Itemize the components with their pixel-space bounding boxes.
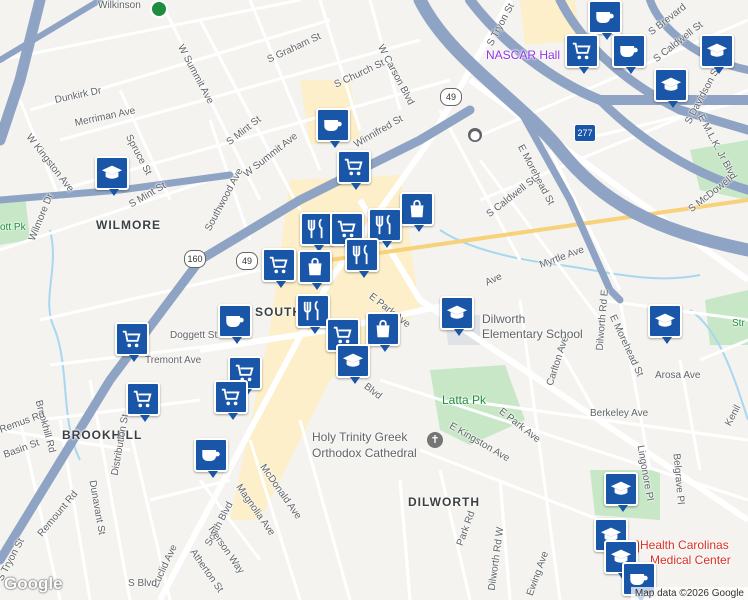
school-icon	[660, 77, 682, 91]
cafe-icon	[596, 11, 614, 23]
map-pin-shopping-cart-9[interactable]	[126, 382, 160, 422]
map-copyright[interactable]: Map data ©2026 Google	[630, 587, 748, 600]
map-base-layer	[0, 0, 748, 600]
shopping-cart-icon	[337, 220, 356, 238]
shopping-bag-icon	[376, 319, 390, 338]
map-pin-shopping-bag-2[interactable]	[298, 250, 332, 290]
map-pin-restaurant[interactable]	[300, 212, 334, 252]
shopping-cart-icon	[122, 330, 141, 348]
interstate-277-shield: 277	[574, 124, 596, 142]
school-icon	[101, 165, 123, 179]
cafe-icon	[226, 315, 244, 327]
shopping-cart-icon	[333, 326, 352, 344]
restaurant-icon	[352, 244, 368, 265]
map-pin-shopping-cart-8[interactable]	[214, 380, 248, 420]
map-pin-shopping-cart[interactable]	[565, 34, 599, 74]
map-pin-shopping-bag[interactable]	[400, 192, 434, 232]
map-pin-school-7[interactable]	[604, 472, 638, 512]
map-pin-restaurant-3[interactable]	[345, 238, 379, 278]
map-pin-school[interactable]	[700, 34, 734, 74]
cafe-icon	[324, 119, 342, 131]
cafe-icon	[620, 45, 638, 57]
restaurant-icon	[307, 218, 323, 239]
route-160-shield: 160	[184, 250, 206, 268]
shopping-bag-icon	[308, 257, 322, 276]
shopping-cart-icon	[133, 390, 152, 408]
map-pin-cafe-5[interactable]	[194, 438, 228, 478]
map-pin-cafe-2[interactable]	[612, 34, 646, 74]
map-pin-school-5[interactable]	[648, 304, 682, 344]
school-icon	[706, 43, 728, 57]
park-marker-icon[interactable]	[150, 0, 168, 18]
map-pin-restaurant-4[interactable]	[296, 294, 330, 334]
church-icon[interactable]: ✝	[427, 432, 443, 448]
map-pin-cafe-3[interactable]	[316, 108, 350, 148]
school-icon	[610, 481, 632, 495]
school-icon	[446, 305, 468, 319]
shopping-bag-icon	[410, 199, 424, 218]
map-pin-shopping-cart-3[interactable]	[262, 248, 296, 288]
transit-icon[interactable]: ⬤	[468, 128, 482, 142]
shopping-cart-icon	[572, 42, 591, 60]
shopping-cart-icon	[269, 256, 288, 274]
map-pin-school-6[interactable]	[336, 344, 370, 384]
school-icon	[342, 353, 364, 367]
map-pin-school-3[interactable]	[95, 156, 129, 196]
map-pin-shopping-cart-2[interactable]	[337, 150, 371, 190]
restaurant-icon	[375, 214, 391, 235]
map-canvas[interactable]: WILMORE SOUTH BROOKHILL DILWORTH Wilkins…	[0, 0, 748, 600]
restaurant-icon	[303, 300, 319, 321]
map-pin-school-4[interactable]	[440, 296, 474, 336]
google-logo[interactable]: Google	[4, 574, 63, 594]
map-pin-cafe[interactable]	[588, 0, 622, 40]
cafe-icon	[202, 449, 220, 461]
route-49-shield-2: 49	[236, 252, 258, 270]
map-pin-shopping-cart-6[interactable]	[115, 322, 149, 362]
map-pin-cafe-4[interactable]	[218, 304, 252, 344]
school-icon	[654, 313, 676, 327]
map-pin-restaurant-2[interactable]	[368, 208, 402, 248]
map-pin-school-2[interactable]	[654, 68, 688, 108]
shopping-cart-icon	[344, 158, 363, 176]
route-49-shield: 49	[440, 88, 462, 106]
map-pin-shopping-bag-3[interactable]	[366, 312, 400, 352]
shopping-cart-icon	[221, 388, 240, 406]
